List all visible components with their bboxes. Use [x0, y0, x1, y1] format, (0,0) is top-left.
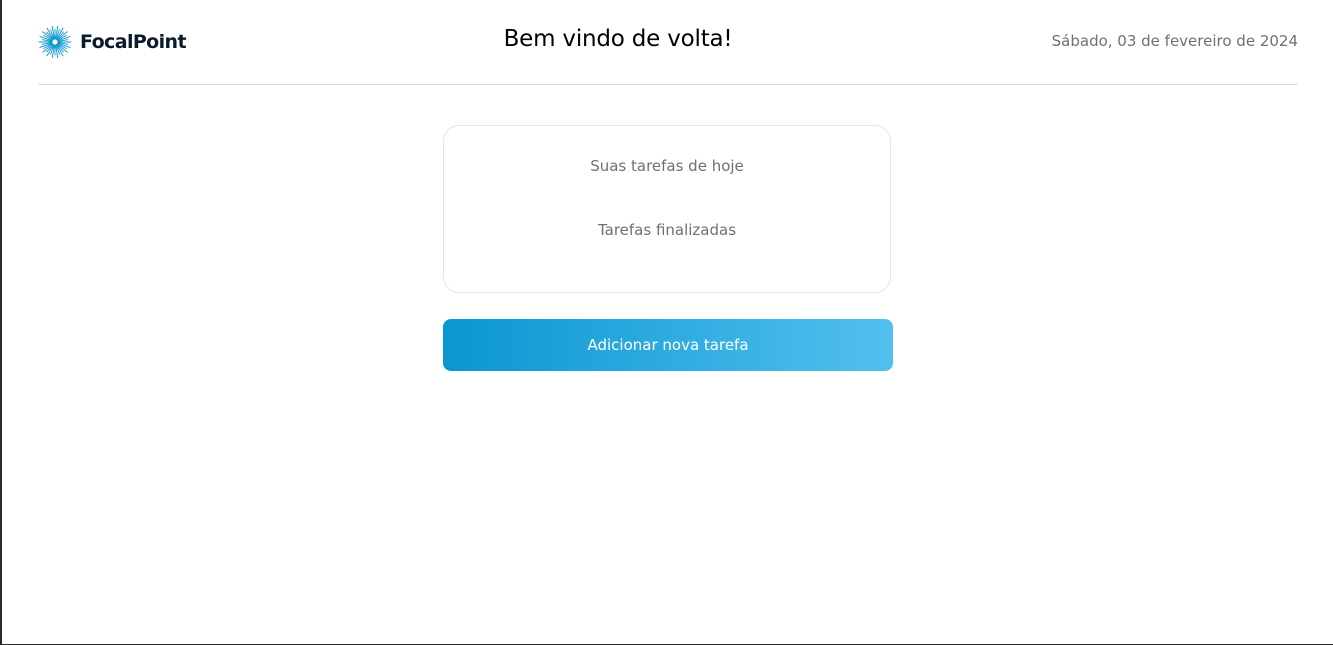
- sunburst-logo-icon: [38, 25, 72, 59]
- today-tasks-label: Suas tarefas de hoje: [590, 157, 744, 175]
- current-date: Sábado, 03 de fevereiro de 2024: [1051, 32, 1298, 50]
- brand-name: FocalPoint: [80, 31, 187, 53]
- app-window: FocalPoint Bem vindo de volta! Sábado, 0…: [2, 0, 1333, 644]
- welcome-title: Bem vindo de volta!: [503, 26, 733, 52]
- tasks-summary-card: Suas tarefas de hoje Tarefas finalizadas: [443, 125, 891, 293]
- brand-logo[interactable]: FocalPoint: [38, 24, 187, 60]
- add-task-button[interactable]: Adicionar nova tarefa: [443, 319, 893, 371]
- page-header: FocalPoint Bem vindo de volta! Sábado, 0…: [38, 0, 1298, 85]
- finished-tasks-label: Tarefas finalizadas: [597, 221, 737, 239]
